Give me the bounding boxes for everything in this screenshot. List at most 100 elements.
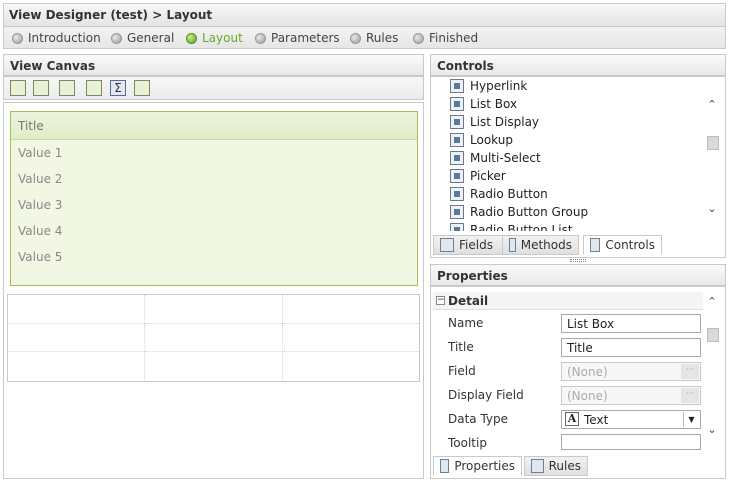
control-item-list-display[interactable]: List Display [450, 113, 539, 131]
control-item-hyperlink[interactable]: Hyperlink [450, 79, 527, 95]
dropdown-arrow-icon[interactable]: ▼ [683, 412, 699, 427]
detail-section-label: Detail [448, 294, 489, 308]
tab-label: Fields [459, 238, 493, 252]
radio-list-icon [450, 223, 464, 231]
properties-scrollbar[interactable]: ⌃ ⌄ [704, 292, 720, 454]
step-status-icon [413, 32, 424, 44]
controls-scrollbar[interactable]: ⌃ ⌄ [704, 79, 720, 231]
grid-cell[interactable] [145, 295, 283, 324]
step-status-icon [255, 32, 266, 44]
field-label: Field [448, 364, 476, 378]
scroll-down-icon[interactable]: ⌄ [706, 203, 718, 215]
list-display-icon [450, 115, 464, 129]
grid-cell[interactable] [283, 352, 419, 381]
scroll-thumb[interactable] [707, 136, 719, 150]
tab-rules[interactable]: Rules [524, 456, 588, 476]
panel-splitter[interactable] [570, 259, 586, 262]
step-label: Parameters [271, 31, 340, 45]
tab-methods[interactable]: Methods [502, 235, 579, 255]
tab-label: Methods [520, 238, 572, 252]
field-value: (None) [567, 365, 608, 379]
control-item-label: Radio Button List [470, 223, 573, 231]
methods-icon [509, 238, 516, 252]
data-type-value: Text [584, 413, 609, 427]
control-item-lookup[interactable]: Lookup [450, 131, 513, 149]
control-item-label: Radio Button [470, 187, 548, 201]
wizard-steps: Introduction General Layout Parameters R… [3, 27, 726, 49]
grid-cell[interactable] [145, 352, 283, 381]
control-item-label: List Display [470, 115, 540, 129]
field-selector[interactable]: (None) ··· [561, 362, 701, 381]
grid-cell[interactable] [8, 295, 145, 324]
data-type-select[interactable]: A Text ▼ [561, 410, 701, 429]
view-canvas-header: View Canvas [3, 54, 424, 76]
step-layout[interactable]: Layout [186, 30, 243, 46]
tab-controls[interactable]: Controls [583, 235, 662, 255]
step-parameters[interactable]: Parameters [255, 30, 340, 46]
display-field-value: (None) [567, 389, 608, 403]
ellipsis-icon[interactable]: ··· [681, 388, 699, 403]
control-item-label: Picker [470, 169, 506, 183]
step-finished[interactable]: Finished [413, 30, 478, 46]
step-status-icon [186, 32, 197, 44]
title-field[interactable]: Title [561, 338, 701, 357]
collapse-icon[interactable]: − [436, 296, 445, 305]
control-item-radio-button-list[interactable]: Radio Button List [450, 221, 573, 231]
control-item-label: Hyperlink [470, 79, 528, 93]
ellipsis-icon[interactable]: ··· [681, 364, 699, 379]
detail-section-header[interactable]: − Detail [433, 292, 703, 310]
control-item-picker[interactable]: Picker [450, 167, 506, 185]
tooltip-label: Tooltip [448, 436, 487, 450]
control-item-label: Multi-Select [470, 151, 541, 165]
step-label: Rules [366, 31, 399, 45]
multi-select-icon [450, 151, 464, 165]
scroll-up-icon[interactable]: ⌃ [706, 99, 718, 111]
list-box-value: Value 3 [18, 198, 63, 212]
step-status-icon [111, 32, 122, 44]
radio-group-icon [450, 205, 464, 219]
grid-cell[interactable] [145, 324, 283, 352]
scroll-thumb[interactable] [707, 328, 719, 342]
radio-button-icon [450, 187, 464, 201]
grid-cell[interactable] [8, 352, 145, 381]
list-box-control[interactable]: Title Value 1 Value 2 Value 3 Value 4 Va… [10, 111, 418, 286]
properties-heading: Properties [437, 269, 508, 283]
text-type-icon: A [565, 412, 579, 426]
step-label: Introduction [28, 31, 101, 45]
list-box-value: Value 1 [18, 146, 63, 160]
display-field-selector[interactable]: (None) ··· [561, 386, 701, 405]
step-label: Finished [429, 31, 479, 45]
add-row-icon[interactable] [10, 80, 26, 96]
step-general[interactable]: General [111, 30, 174, 46]
grid-cell[interactable] [283, 295, 419, 324]
tab-properties[interactable]: Properties [433, 456, 522, 476]
hyperlink-icon [450, 79, 464, 93]
control-item-label: Radio Button Group [470, 205, 589, 219]
display-field-label: Display Field [448, 388, 524, 402]
sigma-icon[interactable]: Σ [110, 80, 126, 96]
step-status-icon [12, 32, 23, 44]
control-item-radio-button[interactable]: Radio Button [450, 185, 548, 203]
tab-label: Properties [454, 459, 515, 473]
tooltip-field[interactable] [561, 434, 701, 450]
insert-row-icon[interactable] [59, 80, 75, 96]
properties-icon[interactable] [134, 80, 150, 96]
edit-cell-icon[interactable] [33, 80, 49, 96]
step-status-icon [350, 32, 361, 44]
controls-header: Controls [430, 54, 726, 76]
grid-cell[interactable] [283, 324, 419, 352]
rules-icon [531, 459, 544, 473]
scroll-up-icon[interactable]: ⌃ [706, 296, 718, 308]
control-item-radio-button-group[interactable]: Radio Button Group [450, 203, 588, 221]
control-item-multi-select[interactable]: Multi-Select [450, 149, 541, 167]
control-item-list-box[interactable]: List Box [450, 95, 517, 113]
step-introduction[interactable]: Introduction [12, 30, 101, 46]
grid-cell[interactable] [8, 324, 145, 352]
list-box-value: Value 4 [18, 224, 63, 238]
move-down-icon[interactable] [86, 80, 102, 96]
scroll-down-icon[interactable]: ⌄ [706, 424, 718, 436]
step-rules[interactable]: Rules [350, 30, 398, 46]
data-type-label: Data Type [448, 412, 509, 426]
list-box-value: Value 2 [18, 172, 63, 186]
name-field[interactable]: List Box [561, 314, 701, 333]
